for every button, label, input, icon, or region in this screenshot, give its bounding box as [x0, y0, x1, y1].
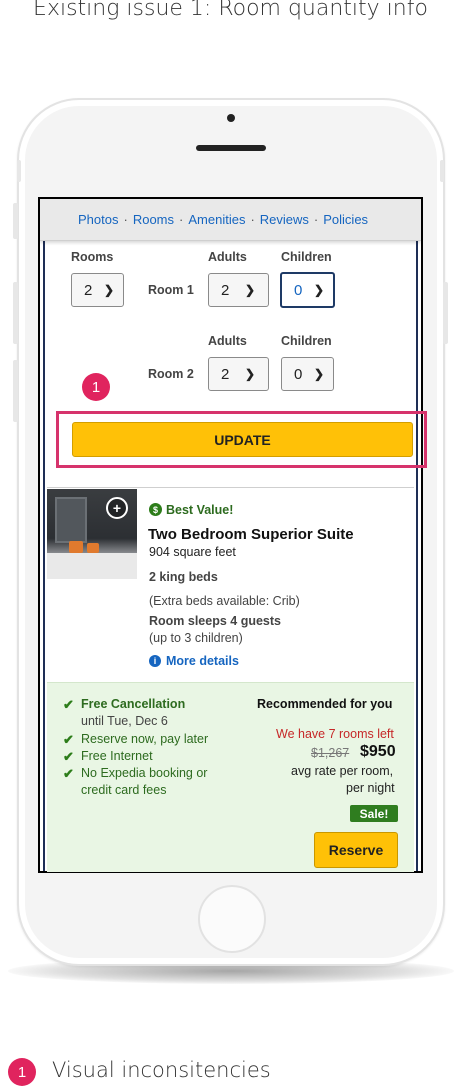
nav-separator: ·: [313, 212, 319, 227]
chevron-down-icon: ❯: [314, 367, 325, 381]
benefit-free-internet: Free Internet: [81, 749, 153, 763]
dollar-circle-icon: $: [149, 503, 162, 516]
phone-power-button: [443, 282, 448, 344]
check-icon: ✔: [63, 732, 74, 747]
phone-volume-down: [13, 360, 18, 422]
rooms-select-value: 2: [84, 281, 93, 299]
info-icon: i: [149, 655, 161, 667]
nav-link-reviews[interactable]: Reviews: [260, 212, 309, 227]
chevron-down-icon: ❯: [104, 283, 115, 297]
children-label-room-2: Children: [281, 334, 332, 348]
room-area: 904 square feet: [149, 545, 236, 559]
window-shape: [55, 497, 87, 543]
phone-edge-detail: [440, 160, 444, 182]
pillow-shape: [87, 543, 99, 553]
chevron-down-icon: ❯: [245, 283, 256, 297]
bed-shape: [47, 553, 137, 579]
phone-mute-switch: [13, 203, 18, 239]
rooms-select[interactable]: 2 ❯: [71, 273, 124, 307]
room-2-adults-select[interactable]: 2 ❯: [208, 357, 269, 391]
price-note-1: avg rate per room,: [291, 764, 394, 778]
earpiece-speaker: [196, 145, 266, 151]
chevron-down-icon: ❯: [314, 283, 325, 297]
issue-callout-badge: 1: [82, 373, 110, 401]
cancellation-date: until Tue, Dec 6: [81, 714, 168, 728]
room-2-children-select[interactable]: 0 ❯: [281, 357, 334, 391]
room-1-children-select[interactable]: 0 ❯: [280, 272, 335, 308]
check-icon: ✔: [63, 697, 74, 712]
room-sleeps-detail: (up to 3 children): [149, 631, 243, 645]
room-2-adults-value: 2: [221, 365, 230, 383]
room-1-label: Room 1: [148, 283, 194, 297]
divider: [47, 487, 414, 488]
section-nav: Photos · Rooms · Amenities · Reviews · P…: [40, 199, 421, 241]
benefit-free-cancellation: Free Cancellation: [81, 697, 186, 711]
room-1-adults-select[interactable]: 2 ❯: [208, 273, 269, 307]
legend-badge: 1: [8, 1058, 36, 1086]
benefit-no-fees-line-2: credit card fees: [81, 783, 167, 797]
nav-link-policies[interactable]: Policies: [323, 212, 368, 227]
room-sleeps: Room sleeps 4 guests: [149, 614, 281, 628]
nav-separator: ·: [250, 212, 255, 227]
chevron-down-icon: ❯: [245, 367, 256, 381]
benefit-no-fees: No Expedia booking or: [81, 766, 208, 780]
home-button[interactable]: [198, 885, 266, 953]
check-icon: ✔: [63, 766, 74, 781]
current-price: $950: [360, 743, 396, 760]
zoom-icon[interactable]: +: [106, 497, 128, 519]
room-1-children-value: 0: [294, 281, 303, 299]
price-note-2: per night: [346, 781, 395, 795]
reserve-button[interactable]: Reserve: [314, 832, 398, 868]
benefit-pay-later: Reserve now, pay later: [81, 732, 209, 746]
more-details-link[interactable]: More details: [166, 654, 239, 668]
pillow-shape: [69, 541, 83, 553]
room-title: Two Bedroom Superior Suite: [148, 526, 354, 543]
extra-beds: (Extra beds available: Crib): [149, 594, 300, 608]
recommended-label: Recommended for you: [257, 697, 393, 711]
room-1-adults-value: 2: [221, 281, 230, 299]
rooms-left-alert: We have 7 rooms left: [276, 727, 394, 741]
phone-volume-up: [13, 282, 18, 344]
update-button[interactable]: UPDATE: [72, 422, 413, 457]
legend-text: Visual inconsitencies: [52, 1058, 271, 1082]
best-value-badge: Best Value!: [166, 503, 234, 517]
rooms-label: Rooms: [71, 250, 114, 264]
room-2-children-value: 0: [294, 365, 303, 383]
old-price: $1,267: [311, 746, 350, 760]
nav-link-photos[interactable]: Photos: [78, 212, 118, 227]
room-2-label: Room 2: [148, 367, 194, 381]
nav-link-amenities[interactable]: Amenities: [188, 212, 245, 227]
room-beds: 2 king beds: [149, 570, 218, 584]
phone-edge-detail: [17, 160, 21, 182]
children-label-room-1: Children: [281, 250, 332, 264]
adults-label-room-2: Adults: [208, 334, 247, 348]
check-icon: ✔: [63, 749, 74, 764]
nav-link-rooms[interactable]: Rooms: [133, 212, 174, 227]
front-camera: [227, 114, 235, 122]
sale-badge: Sale!: [350, 805, 398, 822]
adults-label-room-1: Adults: [208, 250, 247, 264]
nav-separator: ·: [179, 212, 184, 227]
nav-separator: ·: [123, 212, 128, 227]
page-title: Existing issue 1: Room quantity info: [33, 0, 428, 21]
